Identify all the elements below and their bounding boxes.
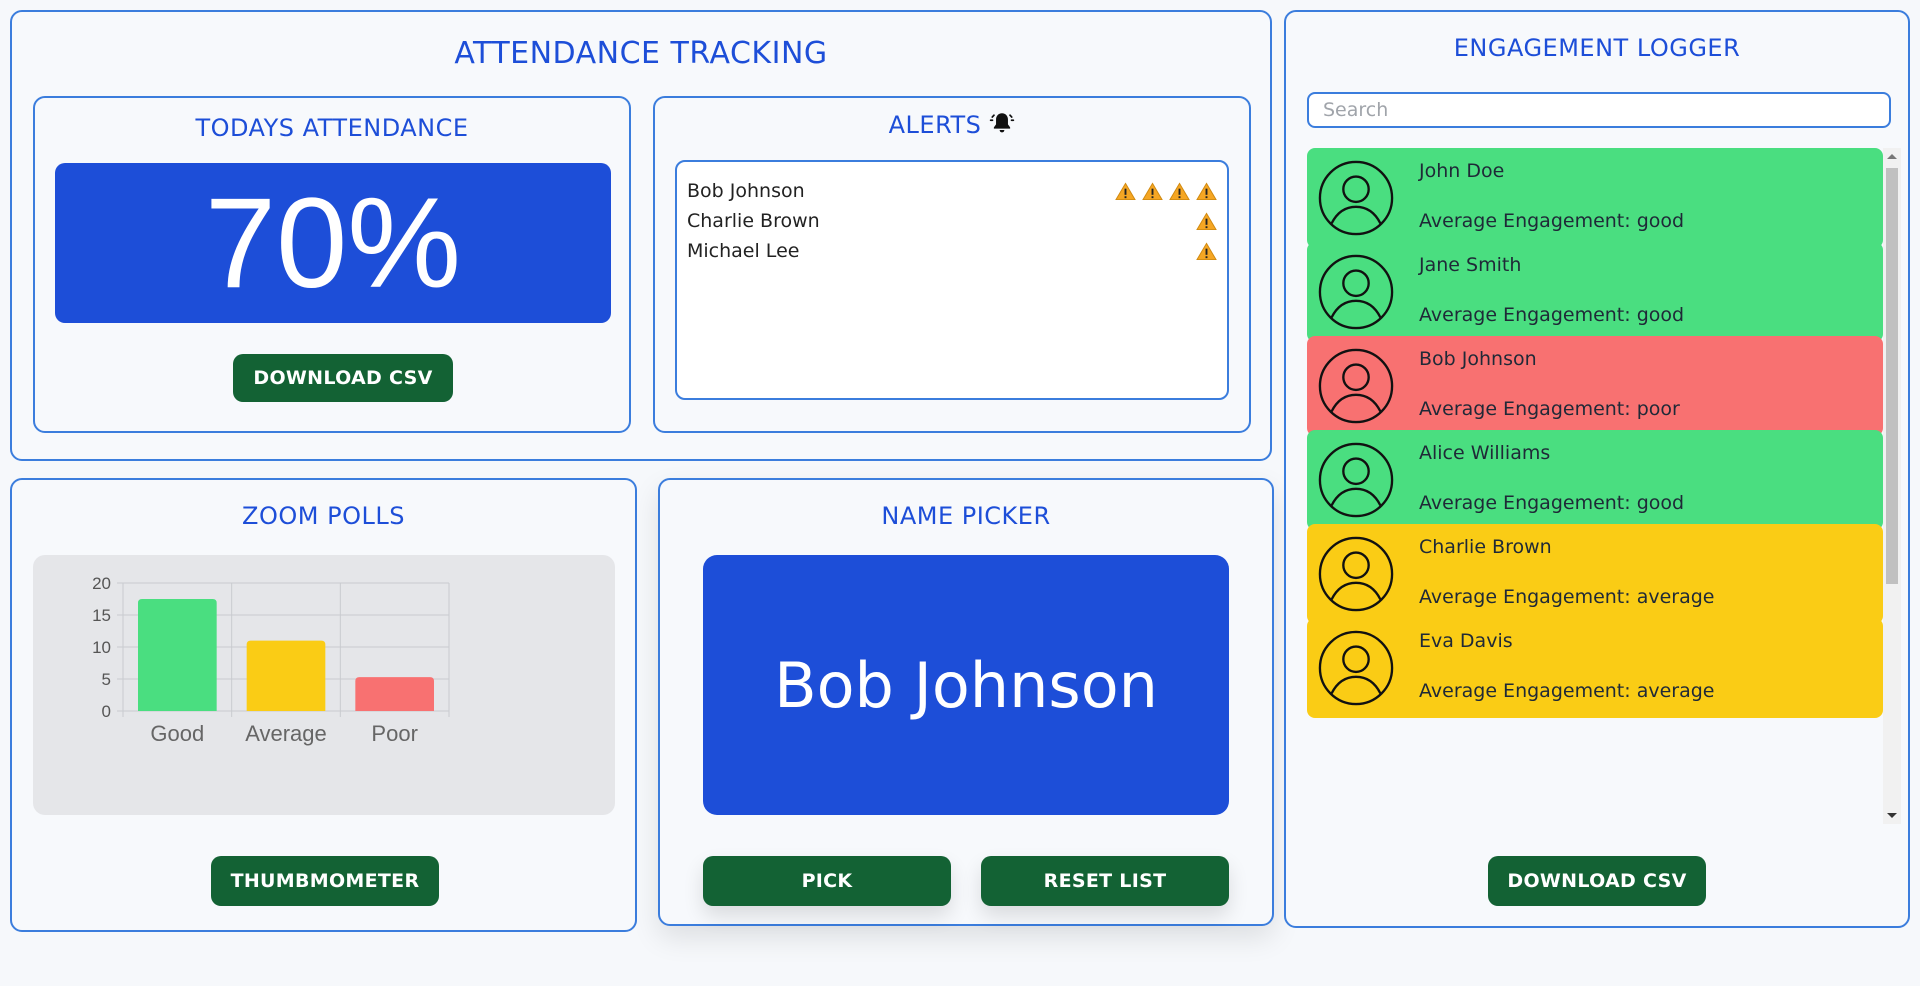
user-avatar-icon: [1317, 629, 1395, 707]
warning-icon: [1196, 241, 1217, 260]
download-engagement-csv-button[interactable]: DOWNLOAD CSV: [1488, 856, 1706, 906]
todays-attendance-title: TODAYS ATTENDANCE: [195, 114, 469, 142]
todays-attendance-card: TODAYS ATTENDANCE 70% DOWNLOAD CSV: [33, 96, 631, 433]
alerts-title: ALERTS: [655, 110, 1249, 142]
attendance-tracking-panel: ATTENDANCE TRACKING TODAYS ATTENDANCE 70…: [10, 10, 1272, 461]
scrollbar-thumb[interactable]: [1886, 168, 1898, 584]
student-card-text: Bob Johnson Average Engagement: poor: [1419, 348, 1680, 420]
alerts-title-label: ALERTS: [888, 111, 982, 139]
user-avatar-icon: [1317, 347, 1395, 425]
user-avatar-icon: [1317, 535, 1395, 613]
poll-bar-chart: 0 5 10 15 20 Good Average Poor: [92, 574, 450, 746]
poll-results-chart: 0 5 10 15 20 Good Average Poor: [33, 555, 615, 815]
y-tick-label: 5: [102, 670, 111, 689]
y-tick-label: 20: [92, 574, 111, 593]
scroll-up-arrow-icon[interactable]: [1887, 154, 1897, 159]
alerts-list: Bob Johnson Charlie Brown Michael Lee: [675, 160, 1229, 400]
zoom-polls-panel: ZOOM POLLS 0 5 10 15 20 Good Average Poor THUMB…: [10, 478, 637, 932]
student-card[interactable]: Charlie Brown Average Engagement: average: [1307, 524, 1883, 624]
alert-student-name: Bob Johnson: [687, 180, 805, 202]
name-picker-panel: NAME PICKER Bob Johnson PICK RESET LIST: [658, 478, 1274, 926]
student-name: Alice Williams: [1419, 442, 1551, 464]
alert-row: Michael Lee: [687, 236, 1217, 266]
y-tick-label: 10: [92, 638, 111, 657]
engagement-logger-title: ENGAGEMENT LOGGER: [1453, 34, 1741, 62]
student-card-text: Charlie Brown Average Engagement: average: [1419, 536, 1714, 608]
student-card[interactable]: Eva Davis Average Engagement: average: [1307, 618, 1883, 718]
alert-row: Charlie Brown: [687, 206, 1217, 236]
user-avatar-icon: [1317, 159, 1395, 237]
student-card-text: John Doe Average Engagement: good: [1419, 160, 1684, 232]
student-name: Eva Davis: [1419, 630, 1513, 652]
student-engagement-list[interactable]: John Doe Average Engagement: good Jane Smi…: [1307, 148, 1901, 824]
student-card[interactable]: John Doe Average Engagement: good: [1307, 148, 1883, 248]
alert-warnings: [1115, 181, 1217, 201]
bar-average: [246, 640, 326, 711]
search-input[interactable]: [1307, 92, 1891, 128]
alert-student-name: Michael Lee: [687, 240, 800, 262]
y-tick-label: 15: [92, 606, 111, 625]
thumbmometer-button[interactable]: THUMBMOMETER: [211, 856, 439, 906]
student-name: Charlie Brown: [1419, 536, 1552, 558]
reset-list-button[interactable]: RESET LIST: [981, 856, 1229, 906]
warning-icon: [1196, 181, 1217, 200]
student-engagement-level: Average Engagement: good: [1419, 492, 1685, 514]
student-engagement-level: Average Engagement: good: [1419, 304, 1685, 326]
alert-row: Bob Johnson: [687, 176, 1217, 206]
list-scrollbar[interactable]: [1883, 148, 1901, 824]
student-engagement-level: Average Engagement: good: [1419, 210, 1685, 232]
x-tick-label: Average: [245, 721, 327, 746]
bar-poor: [355, 677, 434, 711]
student-name: John Doe: [1419, 160, 1505, 182]
scroll-down-arrow-icon[interactable]: [1887, 813, 1897, 818]
student-engagement-level: Average Engagement: average: [1419, 680, 1715, 702]
attendance-percentage: 70%: [55, 163, 611, 323]
attendance-tracking-title: ATTENDANCE TRACKING: [454, 36, 828, 71]
pick-button[interactable]: PICK: [703, 856, 951, 906]
warning-icon: [1142, 181, 1163, 200]
student-card-text: Jane Smith Average Engagement: good: [1419, 254, 1684, 326]
y-tick-label: 0: [102, 702, 111, 721]
student-card[interactable]: Bob Johnson Average Engagement: poor: [1307, 336, 1883, 436]
alert-student-name: Charlie Brown: [687, 210, 820, 232]
name-picker-title: NAME PICKER: [881, 502, 1051, 530]
alert-warnings: [1196, 211, 1217, 231]
x-tick-label: Poor: [371, 721, 417, 746]
student-card-text: Alice Williams Average Engagement: good: [1419, 442, 1684, 514]
student-engagement-level: Average Engagement: poor: [1419, 398, 1680, 420]
student-card-text: Eva Davis Average Engagement: average: [1419, 630, 1714, 702]
alerts-card: ALERTS Bob Johnson Charlie Brown Michael L…: [653, 96, 1251, 433]
x-tick-label: Good: [150, 721, 204, 746]
bell-icon: [989, 110, 1015, 142]
student-name: Bob Johnson: [1419, 348, 1537, 370]
engagement-logger-panel: ENGAGEMENT LOGGER John Doe Average Engage…: [1284, 10, 1910, 928]
user-avatar-icon: [1317, 441, 1395, 519]
alert-warnings: [1196, 241, 1217, 261]
warning-icon: [1169, 181, 1190, 200]
warning-icon: [1196, 211, 1217, 230]
student-card[interactable]: Alice Williams Average Engagement: good: [1307, 430, 1883, 530]
zoom-polls-title: ZOOM POLLS: [242, 502, 405, 530]
student-card[interactable]: Jane Smith Average Engagement: good: [1307, 242, 1883, 342]
bar-good: [138, 599, 217, 711]
user-avatar-icon: [1317, 253, 1395, 331]
student-name: Jane Smith: [1419, 254, 1522, 276]
student-engagement-level: Average Engagement: average: [1419, 586, 1715, 608]
download-attendance-csv-button[interactable]: DOWNLOAD CSV: [233, 354, 453, 402]
picked-name-display: Bob Johnson: [703, 555, 1229, 815]
warning-icon: [1115, 181, 1136, 200]
